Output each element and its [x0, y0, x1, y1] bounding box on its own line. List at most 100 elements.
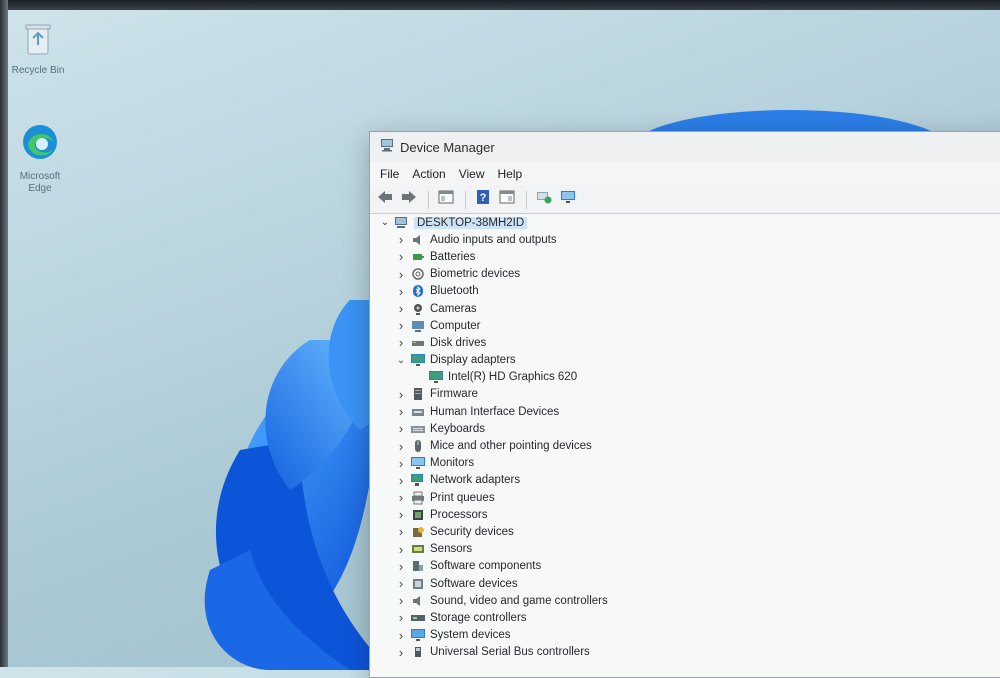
tree-category-disk-drives[interactable]: › Disk drives	[372, 334, 1000, 351]
tree-item-label: Disk drives	[430, 336, 487, 349]
system-icon	[410, 628, 426, 642]
device-tree: ⌄ DESKTOP-38MH2ID › Audio inputs and outp…	[372, 214, 1000, 677]
chevron-right-icon[interactable]: ›	[394, 232, 408, 247]
tree-item-label: Software components	[430, 560, 542, 573]
chevron-right-icon[interactable]: ›	[394, 542, 408, 557]
chevron-right-icon[interactable]: ›	[394, 267, 408, 282]
monitor-icon	[560, 190, 576, 209]
tree-category-firmware[interactable]: › Firmware	[372, 386, 1000, 403]
software-device-icon	[410, 577, 426, 591]
chevron-right-icon[interactable]: ›	[394, 645, 408, 660]
tree-category-software-components[interactable]: › Software components	[372, 558, 1000, 575]
chevron-right-icon[interactable]: ›	[394, 439, 408, 454]
tree-category-system-devices[interactable]: › System devices	[372, 627, 1000, 644]
chevron-right-icon[interactable]: ›	[394, 628, 408, 643]
desktop-icon-edge[interactable]: Microsoft Edge	[10, 122, 70, 195]
tree-category-storage-controllers[interactable]: › Storage controllers	[372, 609, 1000, 626]
arrow-right-icon	[401, 190, 417, 209]
tree-category-network-adapters[interactable]: › Network adapters	[372, 472, 1000, 489]
help-icon: ?	[476, 189, 490, 210]
computer-icon	[394, 216, 410, 230]
chevron-right-icon[interactable]: ›	[394, 593, 408, 608]
menu-view[interactable]: View	[459, 167, 485, 181]
scan-hardware-button[interactable]	[533, 190, 555, 210]
back-button[interactable]	[374, 190, 396, 210]
bluetooth-icon	[410, 284, 426, 298]
desktop-icon-label: Recycle Bin	[11, 65, 65, 76]
tree-item-label: Keyboards	[430, 422, 485, 435]
chevron-right-icon[interactable]: ›	[394, 249, 408, 264]
tree-category-audio-inputs-and-outputs[interactable]: › Audio inputs and outputs	[372, 231, 1000, 248]
tree-item-label: Cameras	[430, 302, 477, 315]
chevron-right-icon[interactable]: ›	[394, 404, 408, 419]
monitor-icon	[410, 456, 426, 470]
tree-item-label: Storage controllers	[430, 611, 527, 624]
properties-icon	[499, 190, 515, 209]
tree-item-label: Security devices	[430, 525, 514, 538]
tree-category-human-interface-devices[interactable]: › Human Interface Devices	[372, 403, 1000, 420]
tree-category-keyboards[interactable]: › Keyboards	[372, 420, 1000, 437]
chevron-down-icon[interactable]: ⌄	[394, 355, 408, 366]
tree-category-print-queues[interactable]: › Print queues	[372, 489, 1000, 506]
tree-category-security-devices[interactable]: › Security devices	[372, 523, 1000, 540]
menu-file[interactable]: File	[380, 167, 399, 181]
tree-category-sensors[interactable]: › Sensors	[372, 541, 1000, 558]
tree-category-display-adapters[interactable]: ⌄ Display adapters	[372, 352, 1000, 369]
menu-action[interactable]: Action	[412, 167, 445, 181]
chevron-right-icon[interactable]: ›	[394, 559, 408, 574]
toolbar: ?	[370, 186, 1000, 214]
tree-category-mice-and-other-pointing-devices[interactable]: › Mice and other pointing devices	[372, 437, 1000, 454]
sensor-icon	[410, 542, 426, 556]
tree-category-sound-video-and-game-controllers[interactable]: › Sound, video and game controllers	[372, 592, 1000, 609]
chevron-right-icon[interactable]: ›	[394, 318, 408, 333]
console-tree-icon	[438, 190, 454, 209]
tree-item-label: Monitors	[430, 457, 475, 470]
scan-hardware-icon	[536, 190, 552, 209]
tree-category-monitors[interactable]: › Monitors	[372, 455, 1000, 472]
chevron-right-icon[interactable]: ›	[394, 335, 408, 350]
disk-drive-icon	[410, 336, 426, 350]
title-bar[interactable]: Device Manager	[370, 132, 1000, 162]
tree-root-row[interactable]: ⌄ DESKTOP-38MH2ID	[378, 214, 1000, 231]
desktop-icon-recycle-bin[interactable]: Recycle Bin	[8, 22, 68, 77]
tree-item-label: System devices	[430, 629, 511, 642]
battery-icon	[410, 250, 426, 264]
tree-category-batteries[interactable]: › Batteries	[372, 248, 1000, 265]
chevron-right-icon[interactable]: ›	[394, 610, 408, 625]
tree-category-universal-serial-bus-controllers[interactable]: › Universal Serial Bus controllers	[372, 644, 1000, 661]
tree-item-label: Software devices	[430, 577, 518, 590]
chevron-right-icon[interactable]: ›	[394, 576, 408, 591]
tree-category-software-devices[interactable]: › Software devices	[372, 575, 1000, 592]
chevron-right-icon[interactable]: ›	[394, 507, 408, 522]
tree-category-processors[interactable]: › Processors	[372, 506, 1000, 523]
properties-button[interactable]	[496, 190, 518, 210]
chevron-right-icon[interactable]: ›	[394, 490, 408, 505]
svg-text:?: ?	[480, 192, 487, 204]
menu-help[interactable]: Help	[498, 167, 523, 181]
toolbar-separator	[526, 190, 527, 209]
tree-item-label: Sensors	[430, 543, 473, 556]
usb-icon	[410, 645, 426, 659]
show-hide-console-tree-button[interactable]	[435, 190, 457, 210]
toolbar-separator	[465, 190, 466, 209]
tree-category-cameras[interactable]: › Cameras	[372, 300, 1000, 317]
chevron-right-icon[interactable]: ›	[394, 524, 408, 539]
help-button[interactable]: ?	[472, 190, 494, 210]
chevron-right-icon[interactable]: ›	[394, 284, 408, 299]
tree-category-computer[interactable]: › Computer	[372, 317, 1000, 334]
tree-item-label: Processors	[430, 508, 488, 521]
chevron-right-icon[interactable]: ›	[394, 473, 408, 488]
tree-category-bluetooth[interactable]: › Bluetooth	[372, 283, 1000, 300]
chevron-down-icon[interactable]: ⌄	[378, 217, 392, 228]
chevron-right-icon[interactable]: ›	[394, 456, 408, 471]
update-driver-button[interactable]	[557, 190, 579, 210]
tree-device-intel-r-hd-graphics-620[interactable]: Intel(R) HD Graphics 620	[372, 369, 1000, 386]
chevron-right-icon[interactable]: ›	[394, 301, 408, 316]
tree-category-biometric-devices[interactable]: › Biometric devices	[372, 266, 1000, 283]
chevron-right-icon[interactable]: ›	[394, 387, 408, 402]
chevron-right-icon[interactable]: ›	[394, 421, 408, 436]
forward-button[interactable]	[398, 190, 420, 210]
display-adapter-icon	[428, 370, 444, 384]
tree-item-label: Biometric devices	[430, 268, 521, 281]
device-manager-window: Device Manager File Action View Help ? ⌄…	[369, 131, 1000, 678]
